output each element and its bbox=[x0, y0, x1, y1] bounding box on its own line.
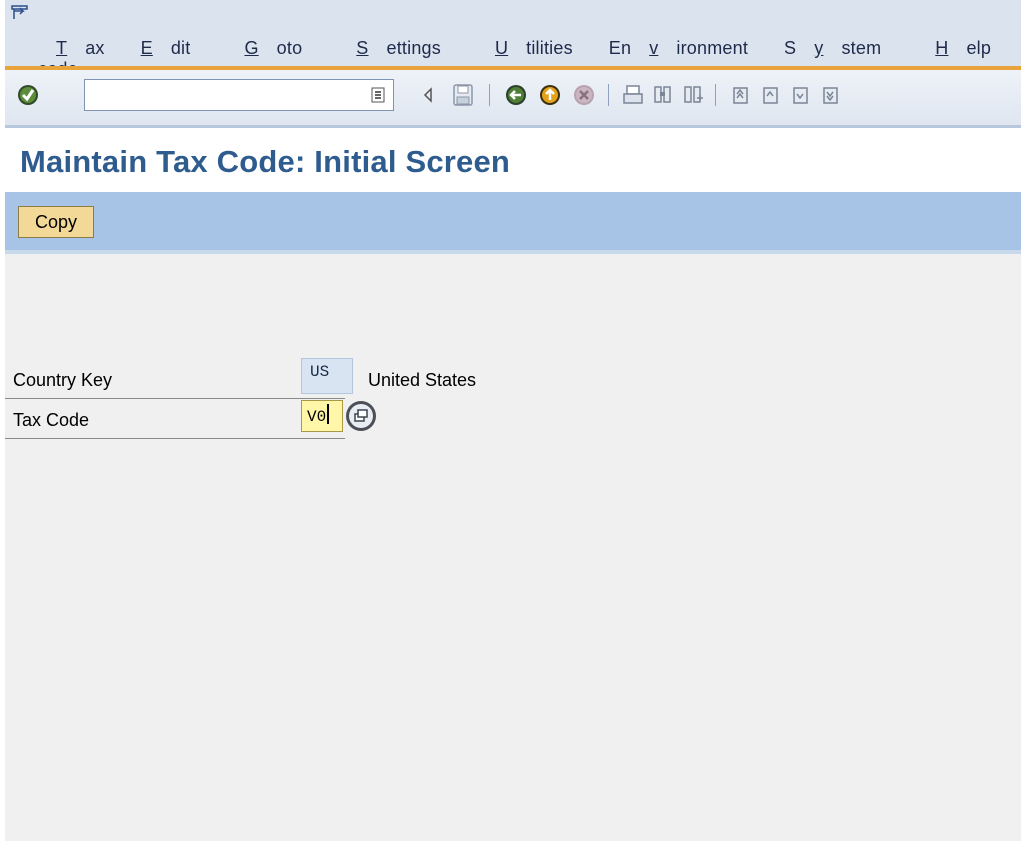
first-page-button[interactable] bbox=[727, 82, 753, 108]
country-key-field[interactable]: US bbox=[301, 358, 353, 394]
country-name-text: United States bbox=[368, 370, 477, 390]
last-page-icon bbox=[823, 87, 838, 104]
tax-code-label: Tax Code bbox=[13, 410, 90, 430]
first-page-icon bbox=[733, 87, 748, 104]
tax-code-row: Tax Code V0 bbox=[5, 398, 376, 439]
copy-button[interactable]: Copy bbox=[18, 206, 94, 238]
command-history-icon[interactable] bbox=[371, 87, 385, 103]
find-next-icon bbox=[684, 86, 703, 103]
application-toolbar: Copy bbox=[5, 192, 1021, 250]
print-button[interactable] bbox=[620, 82, 646, 108]
enter-icon bbox=[18, 85, 38, 105]
country-key-row: Country Key US United States bbox=[5, 358, 476, 399]
back-icon bbox=[506, 85, 526, 105]
menu-bar: Tax code Edit Goto Settings Utilities En… bbox=[5, 0, 1021, 79]
exit-icon bbox=[540, 85, 560, 105]
cancel-button[interactable] bbox=[571, 82, 597, 108]
last-page-button[interactable] bbox=[817, 82, 843, 108]
enter-button[interactable] bbox=[15, 82, 41, 108]
toolbar-separator bbox=[608, 84, 609, 106]
previous-page-icon bbox=[763, 87, 778, 104]
exit-button[interactable] bbox=[537, 82, 563, 108]
system-menu-icon[interactable] bbox=[11, 5, 29, 21]
back-button[interactable] bbox=[503, 82, 529, 108]
next-page-button[interactable] bbox=[787, 82, 813, 108]
text-cursor bbox=[327, 404, 330, 424]
standard-toolbar bbox=[5, 70, 1021, 125]
save-button[interactable] bbox=[450, 82, 476, 108]
tax-code-field[interactable]: V0 bbox=[301, 400, 343, 432]
page-title: Maintain Tax Code: Initial Screen bbox=[20, 144, 511, 179]
print-icon bbox=[623, 85, 643, 104]
find-icon bbox=[654, 86, 671, 103]
command-field[interactable] bbox=[84, 79, 394, 111]
application-toolbar-shadow bbox=[5, 250, 1021, 254]
save-icon bbox=[453, 84, 473, 106]
tax-code-value: V0 bbox=[307, 408, 327, 426]
value-help-icon[interactable] bbox=[345, 400, 377, 432]
next-page-icon bbox=[793, 87, 808, 104]
country-key-label: Country Key bbox=[13, 370, 113, 390]
previous-page-button[interactable] bbox=[757, 82, 783, 108]
back-arrow-icon bbox=[423, 87, 432, 103]
find-next-button[interactable] bbox=[680, 82, 706, 108]
history-back-button[interactable] bbox=[415, 82, 441, 108]
find-button[interactable] bbox=[650, 82, 676, 108]
title-bar: Maintain Tax Code: Initial Screen bbox=[5, 128, 1021, 192]
toolbar-separator bbox=[715, 84, 716, 106]
toolbar-separator bbox=[489, 84, 490, 106]
cancel-icon bbox=[574, 85, 594, 105]
command-input[interactable] bbox=[85, 80, 367, 108]
